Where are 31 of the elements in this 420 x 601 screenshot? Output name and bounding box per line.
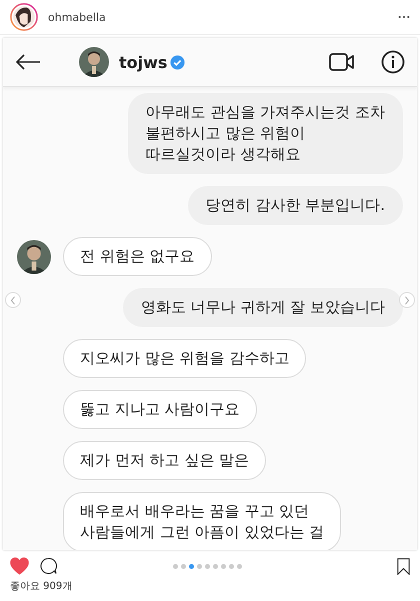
bookmark-icon[interactable] [397, 558, 410, 574]
carousel-dot[interactable] [237, 564, 242, 568]
carousel-dot[interactable] [221, 564, 226, 568]
comment-icon[interactable] [39, 557, 58, 575]
more-icon[interactable] [398, 15, 410, 19]
carousel-dot[interactable] [173, 564, 178, 568]
message-bubble: 영화도 너무나 귀하게 잘 보았습니다 [122, 288, 403, 327]
chevron-left-icon [10, 296, 16, 304]
video-camera-icon[interactable] [329, 51, 355, 73]
carousel-dot[interactable] [229, 564, 234, 568]
carousel-dot[interactable] [197, 564, 202, 568]
message-bubble: 제가 먼저 하고 싶은 말은 [63, 441, 266, 480]
carousel-dot[interactable] [213, 564, 218, 568]
message-bubble: 뚫고 지나고 사람이구요 [63, 390, 257, 429]
previous-button[interactable] [5, 292, 21, 308]
likes-count: 좋아요 909개 [10, 580, 74, 593]
message-bubble: 배우로서 배우라는 꿈을 꾸고 있던 사람들에게 그런 아픔이 있었다는 걸 [63, 492, 342, 550]
next-button[interactable] [399, 292, 415, 308]
heart-icon[interactable] [10, 557, 29, 575]
message-bubble: 전 위험은 없구요 [63, 237, 212, 276]
message-bubble: 아무래도 관심을 가져주시는것 조차 불편하시고 많은 위험이 따르실것이라 생각해요 [128, 93, 403, 174]
username[interactable]: ohmabella [48, 10, 106, 24]
carousel-dot[interactable] [205, 564, 210, 568]
message-bubble: 지오씨가 많은 위험을 감수하고 [63, 339, 306, 378]
carousel-dot[interactable] [189, 564, 194, 568]
message-bubble: 당연히 감사한 부분입니다. [188, 186, 403, 225]
info-icon[interactable] [381, 50, 405, 74]
carousel-dot[interactable] [181, 564, 186, 568]
chevron-right-icon [404, 296, 410, 304]
back-arrow-icon[interactable] [15, 54, 41, 70]
username: tojws [119, 52, 168, 72]
